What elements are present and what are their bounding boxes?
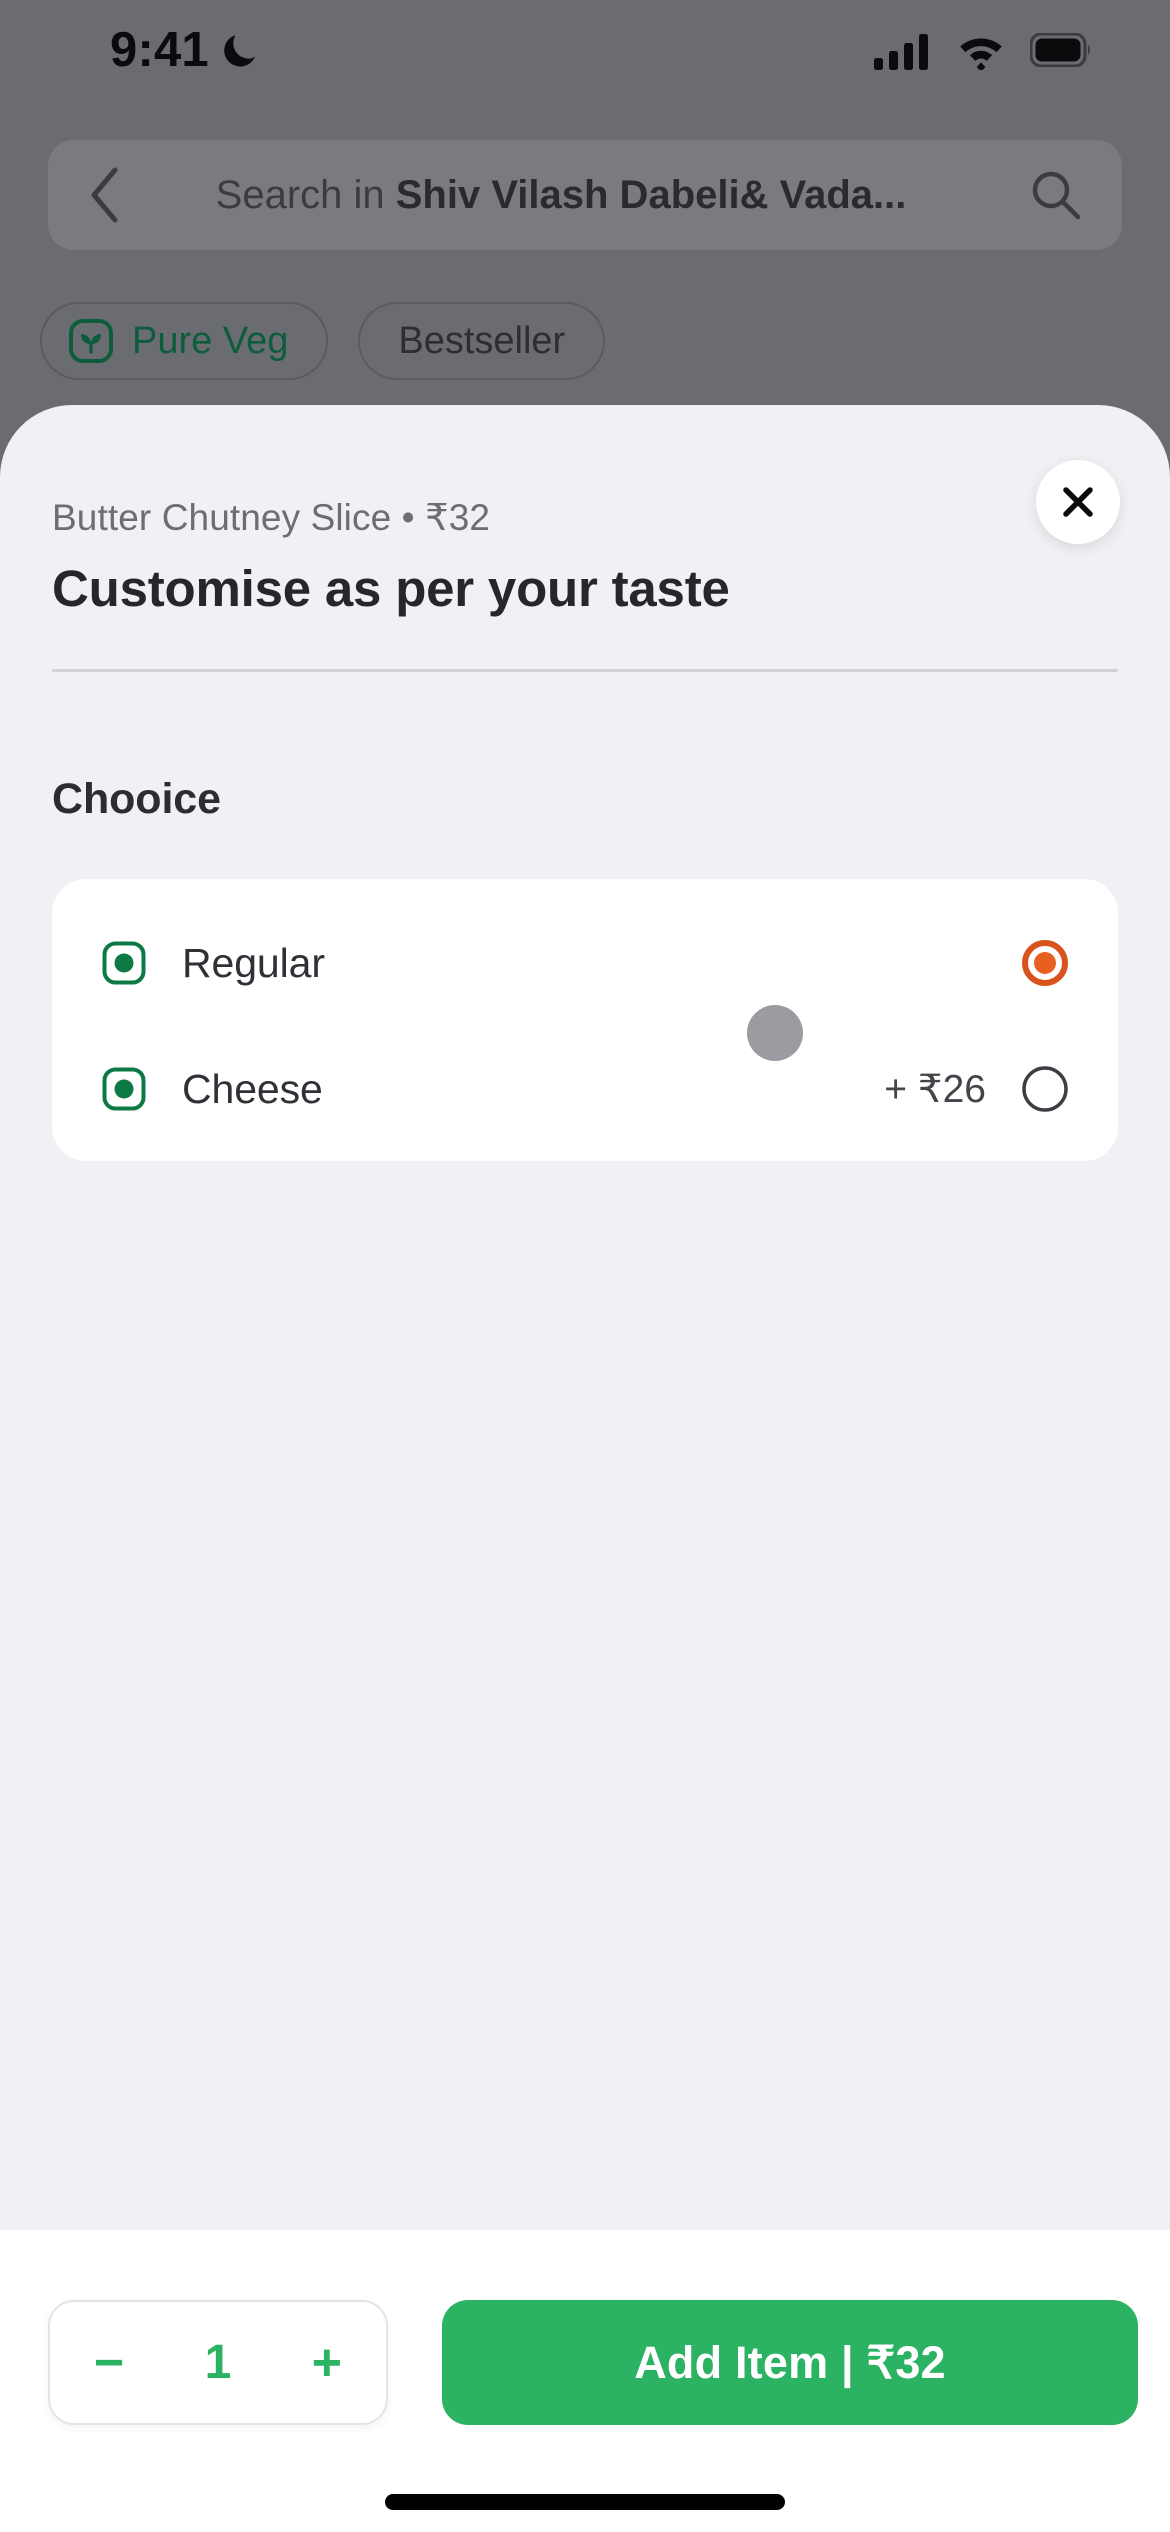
chevron-left-icon[interactable] [88, 166, 122, 224]
filter-chip-pure-veg[interactable]: Pure Veg [40, 302, 329, 380]
search-bar[interactable]: Search in Shiv Vilash Dabeli& Vada... [48, 140, 1122, 250]
header-divider [52, 669, 1118, 672]
battery-full-icon [1030, 33, 1090, 67]
close-sheet-button[interactable] [1036, 460, 1120, 544]
status-bar-right [874, 30, 1092, 70]
moon-icon [224, 35, 255, 67]
cellular-signal-icon [874, 34, 928, 70]
item-summary: Butter Chutney Slice • ₹32 [52, 497, 491, 538]
customise-bottom-sheet: Butter Chutney Slice • ₹32 Customise as … [0, 405, 1170, 2230]
option-row-regular[interactable]: Regular [52, 913, 1118, 1013]
option-group-title: Chooice [52, 775, 221, 823]
option-price-cheese: + ₹26 [884, 1067, 986, 1111]
option-label-cheese: Cheese [182, 1065, 323, 1112]
wifi-icon [960, 38, 1002, 70]
radio-unselected-icon[interactable] [1020, 1064, 1070, 1114]
filter-chip-bestseller-label: Bestseller [398, 319, 566, 362]
decrease-quantity-button[interactable]: − [94, 2337, 124, 2389]
search-restaurant-name: Shiv Vilash Dabeli& Vada... [395, 172, 907, 217]
option-label-regular: Regular [182, 939, 325, 986]
home-indicator [385, 2494, 785, 2510]
quantity-stepper: − 1 + [48, 2300, 388, 2425]
filter-chip-pure-veg-label: Pure Veg [132, 319, 289, 362]
status-bar-time: 9:41 [110, 22, 209, 77]
quantity-value: 1 [204, 2335, 232, 2389]
option-group-card: Regular Cheese + ₹26 [52, 879, 1118, 1161]
magnifier-icon[interactable] [1030, 169, 1082, 221]
add-item-label: Add Item | ₹32 [634, 2337, 946, 2388]
search-placeholder[interactable]: Search in Shiv Vilash Dabeli& Vada... [122, 173, 1030, 218]
radio-selected-icon[interactable] [1020, 938, 1070, 988]
status-bar-left: 9:41 [110, 22, 259, 77]
veg-marker-icon [102, 1067, 146, 1111]
filter-chip-bestseller[interactable]: Bestseller [358, 302, 606, 380]
search-prefix: Search in [215, 172, 396, 217]
bottom-action-bar: − 1 + Add Item | ₹32 [0, 2230, 1170, 2532]
veg-marker-icon [102, 941, 146, 985]
status-bar: 9:41 [0, 0, 1170, 100]
sheet-header: Butter Chutney Slice • ₹32 Customise as … [52, 496, 1118, 618]
pure-veg-leaf-icon [69, 319, 113, 363]
close-x-icon [1063, 487, 1093, 517]
add-item-button[interactable]: Add Item | ₹32 [442, 2300, 1138, 2425]
increase-quantity-button[interactable]: + [312, 2337, 342, 2389]
filter-chip-row: Pure Veg Bestseller [40, 302, 606, 380]
sheet-title: Customise as per your taste [52, 560, 730, 617]
pointer-dot [747, 1005, 803, 1061]
phone-screen: 9:41 Search in Shiv Vilash Dabeli& Vada.… [0, 0, 1170, 2532]
option-row-cheese[interactable]: Cheese + ₹26 [52, 1039, 1118, 1139]
